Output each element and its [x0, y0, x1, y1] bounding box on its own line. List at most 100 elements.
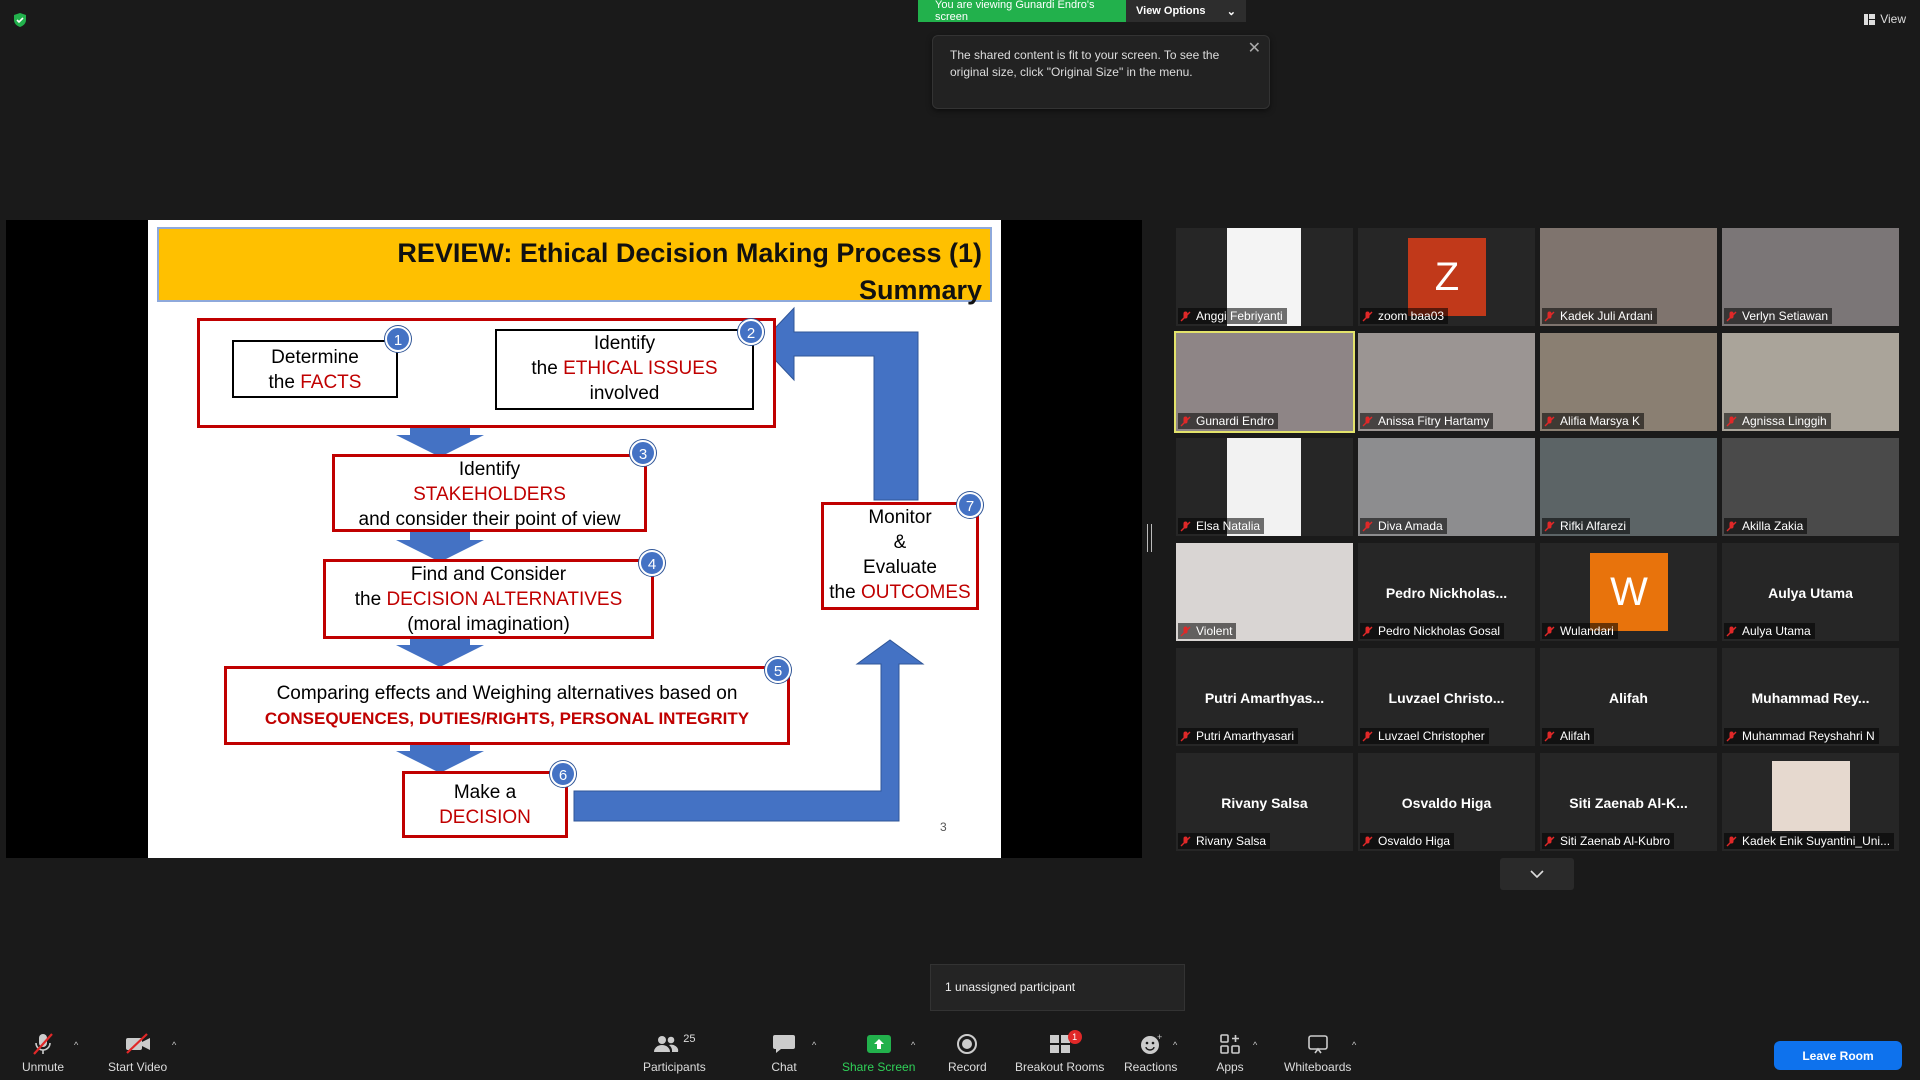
apps-caret-icon[interactable]: ^: [1253, 1040, 1257, 1050]
participant-tile[interactable]: Putri Amarthyas... Putri Amarthyasari: [1176, 648, 1353, 746]
step5-line1: Comparing effects and Weighing alternati…: [276, 683, 738, 704]
start-video-button[interactable]: Start Video: [108, 1032, 167, 1074]
step3-line1: Identify: [458, 459, 521, 480]
video-options-caret-icon[interactable]: ^: [172, 1040, 176, 1050]
step4-line3: (moral imagination): [407, 614, 570, 635]
unassigned-participant-notice[interactable]: 1 unassigned participant: [930, 964, 1185, 1011]
participant-name-label: Anggi Febriyanti: [1178, 308, 1287, 324]
muted-mic-icon: [1180, 416, 1191, 427]
step-badge-7: 7: [957, 492, 983, 518]
whiteboard-icon: [1307, 1035, 1328, 1054]
record-icon: [957, 1034, 978, 1054]
step6-line2: DECISION: [439, 807, 531, 828]
participant-tile[interactable]: Zzoom baa03: [1358, 228, 1535, 326]
grid-view-icon: [1864, 13, 1876, 25]
whiteboards-label: Whiteboards: [1284, 1060, 1352, 1074]
participant-tile[interactable]: Aulya Utama Aulya Utama: [1722, 543, 1899, 641]
step2-line2a: the: [531, 358, 564, 379]
chat-button[interactable]: Chat: [768, 1032, 800, 1074]
participants-button[interactable]: 25 Participants: [643, 1032, 706, 1074]
step7-line4a: the: [829, 582, 861, 603]
record-button[interactable]: Record: [948, 1032, 987, 1074]
step4-box: Find and Consider the DECISION ALTERNATI…: [323, 559, 654, 639]
participant-tile[interactable]: Osvaldo Higa Osvaldo Higa: [1358, 753, 1535, 851]
audio-options-caret-icon[interactable]: ^: [74, 1040, 78, 1050]
muted-mic-icon: [1362, 416, 1373, 427]
step-badge-5: 5: [765, 657, 791, 683]
breakout-rooms-button[interactable]: 1 Breakout Rooms: [1015, 1030, 1104, 1074]
reactions-button[interactable]: + Reactions: [1124, 1032, 1177, 1074]
chat-options-caret-icon[interactable]: ^: [812, 1040, 816, 1050]
leave-room-button[interactable]: Leave Room: [1774, 1041, 1902, 1070]
close-icon[interactable]: ✕: [1248, 40, 1261, 57]
fit-to-screen-tooltip: The shared content is fit to your screen…: [932, 35, 1270, 109]
view-options-label: View Options: [1136, 5, 1206, 17]
participant-tile[interactable]: Rifki Alfarezi: [1540, 438, 1717, 536]
step-badge-4: 4: [639, 550, 665, 576]
participant-display-name: Pedro Nickholas...: [1385, 585, 1508, 601]
share-screen-button[interactable]: Share Screen: [842, 1032, 915, 1074]
resize-divider-handle[interactable]: [1147, 524, 1152, 552]
view-options-button[interactable]: View Options ⌄: [1126, 0, 1246, 22]
unmute-button[interactable]: Unmute: [22, 1032, 64, 1074]
participant-avatar: W: [1590, 553, 1668, 631]
gallery-next-page-button[interactable]: [1500, 858, 1574, 890]
participant-tile[interactable]: W Wulandari: [1540, 543, 1717, 641]
participant-tile[interactable]: Elsa Natalia: [1176, 438, 1353, 536]
participant-display-name: Alifah: [1609, 690, 1648, 706]
participant-tile[interactable]: Anggi Febriyanti: [1176, 228, 1353, 326]
muted-mic-icon: [1544, 416, 1555, 427]
share-options-caret-icon[interactable]: ^: [911, 1040, 915, 1050]
participant-tile[interactable]: Rivany Salsa Rivany Salsa: [1176, 753, 1353, 851]
participant-tile[interactable]: Pedro Nickholas... Pedro Nickholas Gosal: [1358, 543, 1535, 641]
screen-share-banner: You are viewing Gunardi Endro's screen V…: [918, 0, 1246, 23]
chat-icon: [773, 1035, 795, 1053]
participant-tile[interactable]: Alifah Alifah: [1540, 648, 1717, 746]
muted-mic-icon: [1726, 626, 1737, 637]
participant-tile[interactable]: Muhammad Rey... Muhammad Reyshahri N: [1722, 648, 1899, 746]
whiteboards-button[interactable]: Whiteboards: [1284, 1032, 1351, 1074]
muted-mic-icon: [1544, 311, 1555, 322]
step1-line2a: the: [268, 372, 301, 393]
participant-display-name: Luvzael Christo...: [1388, 690, 1505, 706]
participant-tile[interactable]: Kadek Enik Suyantini_Uni...: [1722, 753, 1899, 851]
participant-tile[interactable]: Siti Zaenab Al-K... Siti Zaenab Al-Kubro: [1540, 753, 1717, 851]
breakout-badge: 1: [1067, 1030, 1082, 1044]
participant-name-label: Kadek Juli Ardani: [1542, 308, 1657, 324]
participant-tile[interactable]: Agnissa Linggih: [1722, 333, 1899, 431]
participant-tile[interactable]: Alifia Marsya K: [1540, 333, 1717, 431]
participant-tile[interactable]: Gunardi Endro: [1174, 331, 1355, 433]
participant-tile[interactable]: Kadek Juli Ardani: [1540, 228, 1717, 326]
participant-tile[interactable]: Diva Amada: [1358, 438, 1535, 536]
muted-mic-icon: [1544, 731, 1555, 742]
muted-mic-icon: [33, 1033, 53, 1055]
apps-button[interactable]: Apps: [1214, 1032, 1246, 1074]
participant-tile[interactable]: Anissa Fitry Hartamy: [1358, 333, 1535, 431]
step5-box: Comparing effects and Weighing alternati…: [224, 666, 790, 745]
participant-display-name: Muhammad Rey...: [1751, 690, 1870, 706]
presentation-slide: REVIEW: Ethical Decision Making Process …: [148, 220, 1001, 858]
reactions-caret-icon[interactable]: ^: [1173, 1040, 1177, 1050]
step-badge-2: 2: [738, 319, 764, 345]
participant-tile[interactable]: Violent: [1176, 543, 1353, 641]
participant-display-name: Putri Amarthyas...: [1204, 690, 1325, 706]
participant-tile[interactable]: Luvzael Christo... Luvzael Christopher: [1358, 648, 1535, 746]
participant-tile[interactable]: Akilla Zakia: [1722, 438, 1899, 536]
step3-line3: and consider their point of view: [358, 509, 621, 530]
muted-mic-icon: [1726, 521, 1737, 532]
step2-line2b: ETHICAL ISSUES: [563, 358, 718, 379]
participant-tile[interactable]: Verlyn Setiawan: [1722, 228, 1899, 326]
muted-mic-icon: [1726, 836, 1737, 847]
participant-display-name: Siti Zaenab Al-K...: [1569, 795, 1688, 811]
whiteboards-caret-icon[interactable]: ^: [1352, 1040, 1356, 1050]
step-badge-6: 6: [550, 761, 576, 787]
view-button[interactable]: View: [1864, 12, 1906, 26]
muted-mic-icon: [1726, 731, 1737, 742]
security-shield-icon[interactable]: [12, 12, 28, 28]
participant-name-label: Luvzael Christopher: [1360, 728, 1489, 744]
participant-name-label: Rivany Salsa: [1178, 833, 1271, 849]
slide-page-number: 3: [940, 820, 947, 834]
start-video-label: Start Video: [108, 1060, 168, 1074]
step7-box: Monitor & Evaluate the OUTCOMES: [821, 502, 979, 610]
step5-line2: CONSEQUENCES, DUTIES/RIGHTS, PERSONAL IN…: [264, 709, 750, 728]
